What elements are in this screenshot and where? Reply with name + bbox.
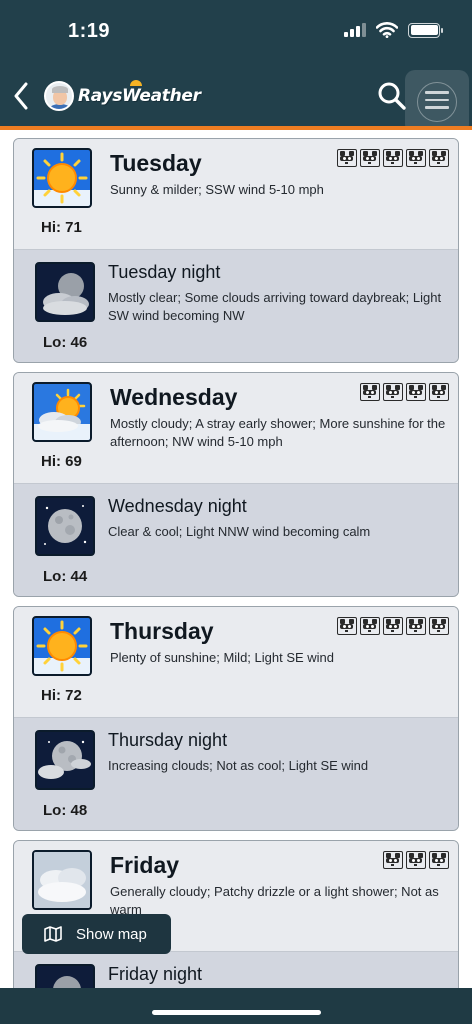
raccoon-icon: [429, 383, 449, 401]
home-indicator-area: [0, 988, 472, 1024]
sunny-icon: [32, 148, 92, 208]
low-temp: Lo: 48: [43, 802, 88, 819]
night-row[interactable]: Lo: 48 Thursday night Increasing clouds;…: [14, 717, 458, 830]
menu-button[interactable]: [405, 70, 469, 134]
partly-cloudy-night-icon: [35, 262, 95, 322]
status-icons: [344, 22, 443, 38]
wifi-icon: [376, 22, 398, 38]
raccoon-rating: [360, 383, 449, 401]
raccoon-icon: [360, 617, 380, 635]
show-map-label: Show map: [76, 925, 147, 943]
search-button[interactable]: [376, 80, 408, 112]
day-row[interactable]: Hi: 69 Wednesday Mostly cloudy; A stray …: [14, 373, 458, 483]
night-name: Tuesday night: [108, 262, 221, 282]
cloudy-icon: [32, 850, 92, 910]
day-description: Mostly cloudy; A stray early shower; Mor…: [110, 416, 446, 449]
raccoon-icon: [360, 149, 380, 167]
status-bar: 1:19: [0, 0, 472, 66]
raccoon-icon: [406, 617, 426, 635]
sunny-icon: [32, 616, 92, 676]
day-description: Sunny & milder; SSW wind 5-10 mph: [110, 182, 324, 197]
increasing-clouds-night-icon: [35, 730, 95, 790]
map-icon: [44, 926, 62, 942]
raccoon-icon: [429, 851, 449, 869]
night-name: Friday night: [108, 964, 203, 984]
night-description: Increasing clouds; Not as cool; Light SE…: [108, 758, 369, 773]
raccoon-icon: [406, 149, 426, 167]
day-row[interactable]: Hi: 71 Tuesday Sunny & milder; SSW wind …: [14, 139, 458, 249]
raccoon-icon: [406, 851, 426, 869]
clear-night-icon: [35, 496, 95, 556]
high-temp: Hi: 72: [41, 687, 82, 704]
high-temp: Hi: 69: [41, 453, 82, 470]
raccoon-icon: [383, 617, 403, 635]
raccoon-rating: [337, 617, 449, 635]
night-name: Wednesday night: [108, 496, 247, 516]
raccoon-icon: [360, 383, 380, 401]
day-name: Thursday: [110, 618, 214, 644]
raccoon-rating: [383, 851, 449, 869]
high-temp: Hi: 71: [41, 219, 82, 236]
raccoon-rating: [337, 149, 449, 167]
show-map-button[interactable]: Show map: [22, 914, 171, 954]
day-row[interactable]: Hi: 72 Thursday Plenty of sunshine; Mild…: [14, 607, 458, 717]
day-name: Tuesday: [110, 150, 202, 176]
day-name: Friday: [110, 852, 180, 878]
search-icon: [378, 82, 406, 110]
forecast-list[interactable]: Hi: 71 Tuesday Sunny & milder; SSW wind …: [0, 130, 472, 988]
hamburger-icon: [425, 91, 449, 114]
chevron-left-icon: [14, 82, 28, 110]
app-header: RaysWeather: [0, 66, 472, 134]
night-name: Thursday night: [108, 730, 228, 750]
raccoon-icon: [383, 149, 403, 167]
raccoon-icon: [337, 617, 357, 635]
status-time: 1:19: [68, 20, 111, 42]
raccoon-icon: [383, 851, 403, 869]
app-logo: RaysWeather: [44, 76, 201, 116]
forecast-card-wednesday[interactable]: Hi: 69 Wednesday Mostly cloudy; A stray …: [13, 372, 459, 597]
day-description: Plenty of sunshine; Mild; Light SE wind: [110, 650, 335, 665]
raccoon-icon: [337, 149, 357, 167]
night-row[interactable]: Lo: 46 Tuesday night Mostly clear; Some …: [14, 249, 458, 362]
cellular-signal-icon: [344, 23, 366, 37]
raccoon-icon: [383, 383, 403, 401]
night-description: Mostly clear; Some clouds arriving towar…: [108, 290, 442, 323]
forecast-card-tuesday[interactable]: Hi: 71 Tuesday Sunny & milder; SSW wind …: [13, 138, 459, 363]
logo-sun-icon: [130, 80, 142, 86]
low-temp: Lo: 46: [43, 334, 88, 351]
cloudy-night-icon: [35, 964, 95, 988]
battery-icon: [408, 22, 443, 38]
raccoon-icon: [429, 149, 449, 167]
partly-sunny-icon: [32, 382, 92, 442]
low-temp: Lo: 44: [43, 568, 88, 585]
day-name: Wednesday: [110, 384, 238, 410]
night-row[interactable]: Lo: 44 Wednesday night Clear & cool; Lig…: [14, 483, 458, 596]
raccoon-icon: [406, 383, 426, 401]
app-name: RaysWeather: [78, 80, 201, 106]
avatar: [44, 81, 74, 111]
night-description: Clear & cool; Light NNW wind becoming ca…: [108, 524, 371, 539]
raccoon-icon: [429, 617, 449, 635]
home-indicator[interactable]: [152, 1010, 321, 1015]
night-row[interactable]: Friday night: [14, 951, 458, 988]
back-button[interactable]: [8, 80, 34, 112]
forecast-card-thursday[interactable]: Hi: 72 Thursday Plenty of sunshine; Mild…: [13, 606, 459, 831]
